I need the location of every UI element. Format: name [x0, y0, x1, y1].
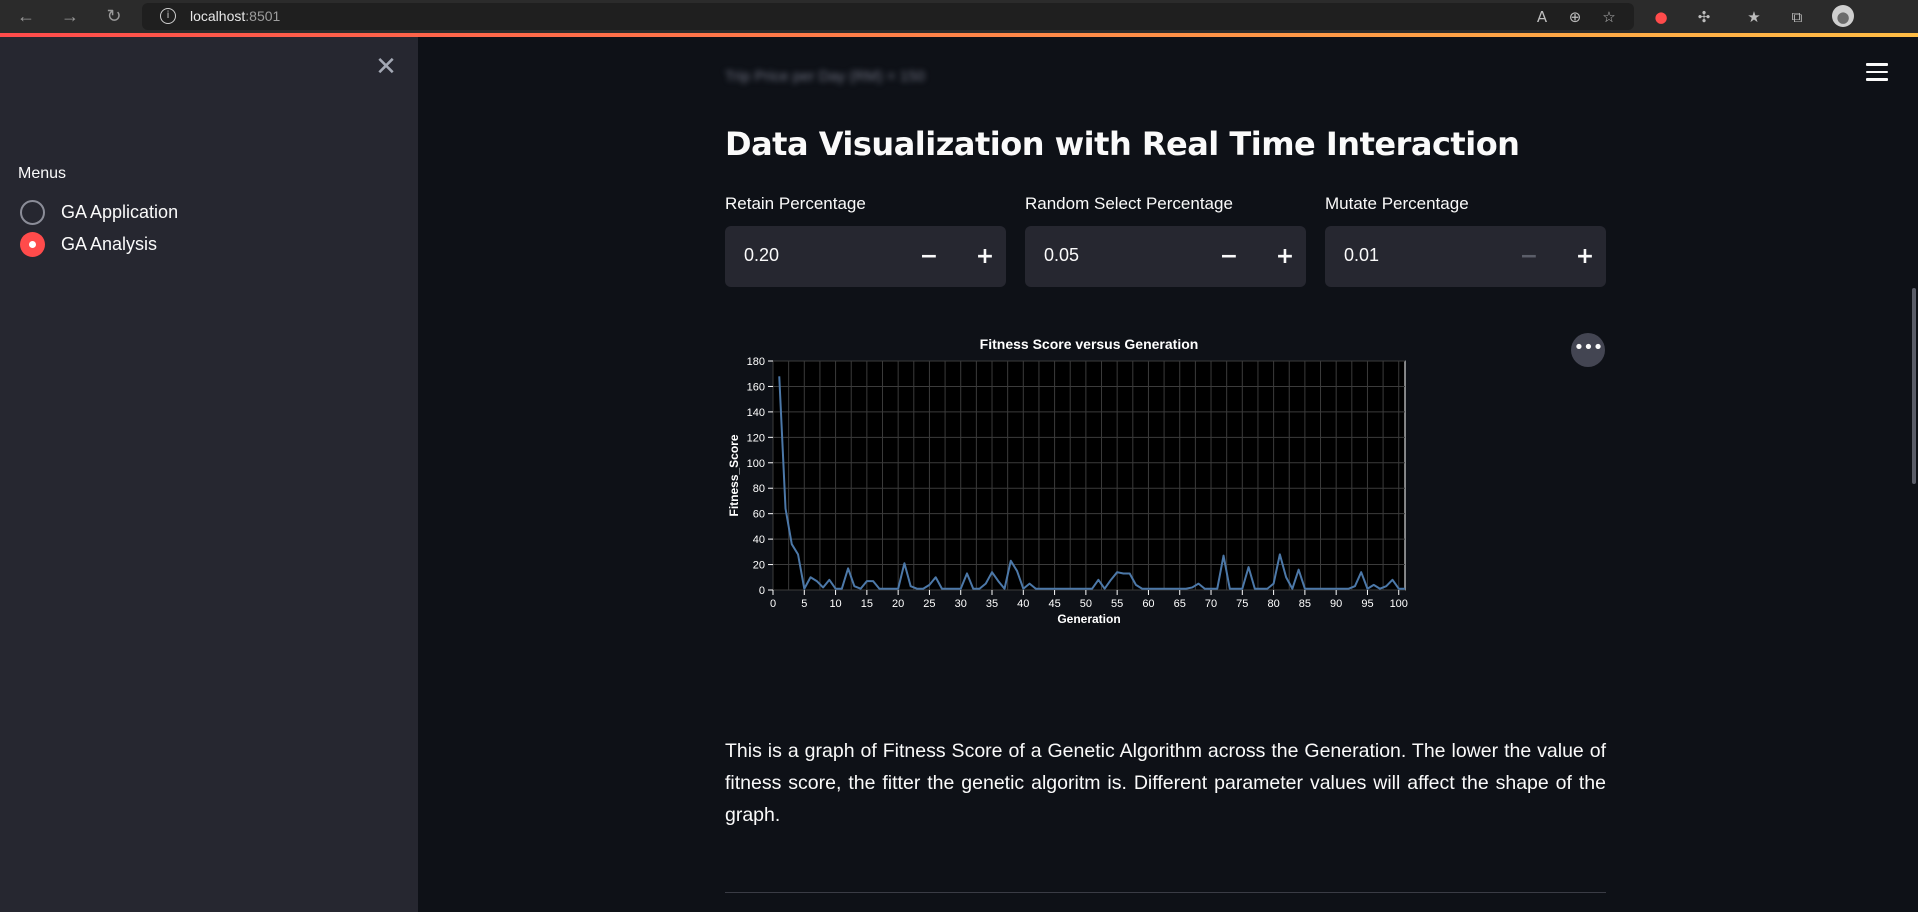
y-tick-label: 100 [747, 458, 765, 470]
x-tick-label: 10 [829, 598, 841, 610]
plot-area [772, 360, 1406, 591]
random-select-percentage-field: Random Select Percentage 0.05 − + [1025, 194, 1306, 287]
x-tick-label: 75 [1236, 598, 1248, 610]
sidebar: ✕ Menus GA Application GA Analysis [0, 37, 418, 912]
back-icon[interactable]: ← [12, 4, 40, 28]
y-tick-label: 160 [747, 381, 765, 393]
increment-button[interactable]: + [965, 240, 1005, 274]
x-axis-label: Generation [1057, 612, 1120, 626]
x-tick-label: 65 [1174, 598, 1186, 610]
number-value[interactable]: 0.01 [1344, 245, 1379, 266]
number-input[interactable]: 0.20 − + [725, 226, 1006, 287]
decrement-button[interactable]: − [1209, 240, 1249, 274]
radio-checked-icon[interactable] [20, 231, 45, 257]
x-tick-label: 35 [986, 598, 998, 610]
x-tick-label: 15 [861, 598, 873, 610]
read-aloud-icon[interactable]: A [1530, 5, 1554, 29]
x-tick-label: 100 [1390, 598, 1408, 610]
favorites-icon[interactable]: ★ [1742, 5, 1766, 29]
mutate-percentage-field: Mutate Percentage 0.01 − + [1325, 194, 1606, 287]
x-tick-label: 50 [1080, 598, 1092, 610]
increment-button[interactable]: + [1265, 240, 1305, 274]
radio-option-ga-analysis[interactable]: GA Analysis [20, 231, 157, 257]
number-value[interactable]: 0.20 [744, 245, 779, 266]
extensions-icon[interactable]: ✣ [1692, 5, 1716, 29]
y-tick-label: 120 [747, 432, 765, 444]
field-label: Mutate Percentage [1325, 194, 1469, 213]
x-tick-label: 80 [1267, 598, 1279, 610]
radio-label: GA Analysis [61, 233, 158, 254]
increment-button[interactable]: + [1565, 240, 1605, 274]
radio-unchecked-icon[interactable] [20, 199, 45, 225]
profile-avatar-icon[interactable]: ● [1832, 5, 1854, 27]
main-content: Trip Price per Day (RM) = 150 Data Visua… [418, 37, 1918, 912]
y-tick-label: 180 [747, 356, 765, 368]
y-tick-label: 20 [753, 560, 765, 572]
x-tick-label: 55 [1111, 598, 1123, 610]
x-tick-label: 85 [1299, 598, 1311, 610]
number-input[interactable]: 0.01 − + [1325, 226, 1606, 287]
forward-icon[interactable]: → [56, 4, 84, 28]
extension-icon[interactable]: ● [1649, 5, 1673, 29]
y-tick-label: 0 [759, 585, 765, 597]
y-axis-label: Fitness_Score [727, 434, 741, 516]
x-tick-label: 30 [955, 598, 967, 610]
chart-svg: 0 5 10 15 20 25 30 35 40 45 50 55 60 65 70 75 80 85 90 95 10… [727, 336, 1408, 626]
description-text: This is a graph of Fitness Score of a Ge… [725, 740, 1606, 826]
number-input[interactable]: 0.05 − + [1025, 226, 1306, 287]
retain-percentage-field: Retain Percentage 0.20 − + [725, 194, 1006, 287]
x-tick-label: 60 [1142, 598, 1154, 610]
collections-icon[interactable]: ⧉ [1785, 5, 1809, 29]
x-tick-label: 40 [1017, 598, 1029, 610]
number-value[interactable]: 0.05 [1044, 245, 1079, 266]
page-title: Data Visualization with Real Time Intera… [725, 125, 1520, 163]
fitness-chart: 0 5 10 15 20 25 30 35 40 45 50 55 60 65 70 75 80 85 90 95 10… [725, 327, 1425, 727]
favorite-add-icon[interactable]: ☆ [1597, 5, 1621, 29]
menu-label: Menus [18, 165, 67, 182]
chart-title: Fitness Score versus Generation [980, 336, 1199, 352]
decrement-button[interactable]: − [1509, 240, 1549, 274]
site-info-icon[interactable]: i [160, 8, 176, 24]
reload-icon[interactable]: ↻ [100, 4, 128, 28]
x-tick-label: 95 [1361, 598, 1373, 610]
x-tick-label: 25 [923, 598, 935, 610]
browser-toolbar: ← → ↻ i localhost:8501 A ⊕ ☆ ● ✣ ★ ⧉ ● [0, 0, 1918, 33]
x-tick-label: 5 [801, 598, 807, 610]
scrollbar-thumb[interactable] [1912, 288, 1916, 484]
x-tick-label: 0 [770, 598, 776, 610]
address-bar[interactable] [142, 3, 1634, 30]
x-tick-label: 70 [1205, 598, 1217, 610]
y-tick-label: 40 [753, 534, 765, 546]
url-text: localhost:8501 [190, 8, 281, 24]
zoom-icon[interactable]: ⊕ [1563, 5, 1587, 29]
x-tick-label: 90 [1330, 598, 1342, 610]
divider [725, 892, 1606, 893]
y-tick-label: 140 [747, 407, 765, 419]
radio-option-ga-application[interactable]: GA Application [20, 199, 178, 225]
y-tick-label: 80 [753, 483, 765, 495]
field-label: Retain Percentage [725, 194, 866, 213]
x-tick-label: 20 [892, 598, 904, 610]
hamburger-menu-icon[interactable] [1866, 63, 1888, 81]
radio-label: GA Application [61, 201, 179, 222]
blurred-text: Trip Price per Day (RM) = 150 [725, 68, 925, 85]
more-options-icon[interactable]: ••• [1571, 333, 1605, 367]
close-icon[interactable]: ✕ [374, 54, 398, 80]
x-tick-label: 45 [1048, 598, 1060, 610]
y-tick-label: 60 [753, 509, 765, 521]
decrement-button[interactable]: − [909, 240, 949, 274]
field-label: Random Select Percentage [1025, 194, 1233, 213]
